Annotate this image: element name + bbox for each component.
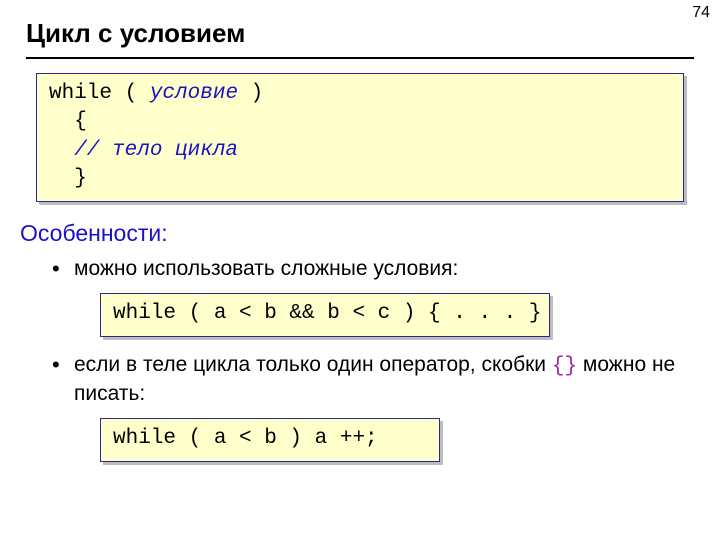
code-line: // тело цикла [49,137,671,165]
bullet-complex-conditions: можно использовать сложные условия: [52,255,688,282]
code-token: } [74,167,87,190]
code-line: { [49,108,671,136]
bullet-single-statement: если в теле цикла только один оператор, … [52,351,688,408]
code-token: { [74,110,87,133]
section-heading: Особенности: [20,220,720,247]
code-line: while ( a < b && b < c ) { . . . } [113,300,537,328]
code-box-while-syntax: while ( условие ) { // тело цикла } [36,73,684,202]
code-token: ) [238,82,263,105]
page-number: 74 [692,4,710,22]
code-line: while ( a < b ) a ++; [113,425,427,453]
code-line: } [49,165,671,193]
slide-title: Цикл с условием [0,0,720,57]
code-token: while ( [49,82,150,105]
code-box-no-braces: while ( a < b ) a ++; [100,418,440,462]
title-rule [26,57,694,59]
code-placeholder-body: тело цикла [112,139,238,162]
bullet-text-part: если в теле цикла только один оператор, … [74,353,552,376]
bullet-text: можно использовать сложные условия: [74,257,458,280]
code-placeholder-condition: условие [150,82,238,105]
code-box-complex-condition: while ( a < b && b < c ) { . . . } [100,293,550,337]
code-brackets: {} [552,355,577,378]
code-comment: // [74,139,112,162]
code-line: while ( условие ) [49,80,671,108]
